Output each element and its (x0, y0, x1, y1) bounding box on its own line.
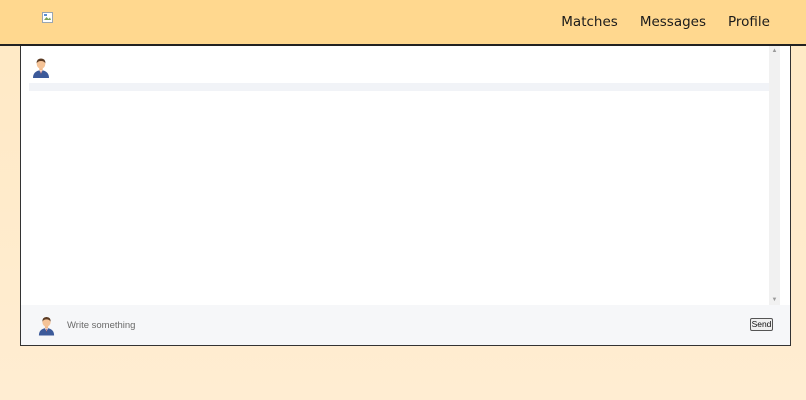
scroll-down-arrow-icon[interactable]: ▼ (769, 295, 780, 305)
main-nav: Matches Messages Profile (561, 0, 806, 44)
message-bubble (29, 83, 773, 91)
scroll-up-arrow-icon[interactable]: ▲ (769, 46, 780, 56)
nav-matches-link[interactable]: Matches (561, 14, 618, 30)
chat-panel: ▲ ▼ Send (20, 46, 791, 346)
nav-profile-link[interactable]: Profile (728, 14, 770, 30)
send-button[interactable]: Send (750, 318, 773, 331)
broken-image-icon[interactable] (42, 12, 53, 23)
user-avatar-icon (38, 316, 55, 336)
user-avatar-icon (33, 58, 49, 78)
nav-messages-link[interactable]: Messages (640, 14, 706, 30)
message-input[interactable] (67, 317, 627, 333)
message-composer: Send (21, 305, 790, 345)
vertical-scrollbar[interactable]: ▲ ▼ (769, 46, 780, 305)
top-navbar: Matches Messages Profile (0, 0, 806, 46)
message-list[interactable]: ▲ ▼ (21, 46, 780, 305)
